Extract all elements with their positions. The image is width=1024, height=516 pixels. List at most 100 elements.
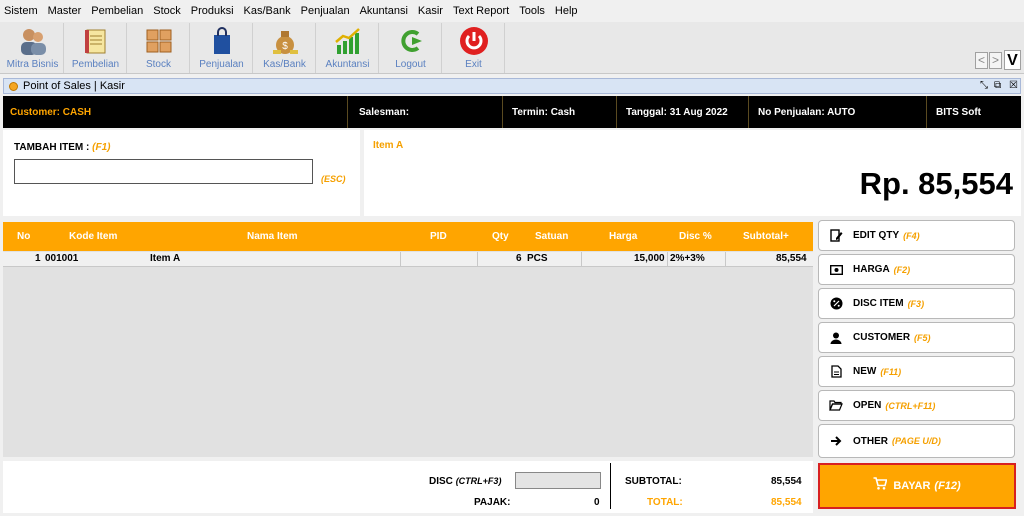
menu-tools[interactable]: Tools [519, 5, 545, 17]
col-kode-item: Kode Item [69, 231, 118, 242]
window-title: Point of Sales | Kasir [23, 80, 125, 92]
item-display-panel: Item A Rp. 85,554 [364, 130, 1021, 216]
col-pid: PID [430, 231, 447, 242]
cell-disc: 2%+3% [670, 253, 705, 264]
nav-next-button[interactable]: > [989, 52, 1002, 69]
col-harga: Harga [609, 231, 638, 242]
growth-chart-icon [331, 25, 365, 57]
menu-help[interactable]: Help [555, 5, 578, 17]
menu-akuntansi[interactable]: Akuntansi [360, 5, 408, 17]
menu-pembelian[interactable]: Pembelian [91, 5, 143, 17]
window-restore-icon[interactable]: ⤡ [980, 80, 988, 91]
toolbar-mitra-bisnis-button[interactable]: Mitra Bisnis [2, 23, 64, 73]
totals-panel: DISC (CTRL+F3) PAJAK: 0 SUBTOTAL: 85,554… [3, 461, 813, 513]
cell-kode: 001001 [45, 253, 79, 264]
menu-sistem[interactable]: Sistem [4, 5, 38, 17]
open-button[interactable]: OPEN (CTRL+F11) [818, 390, 1015, 421]
toolbar-pembelian-label: Pembelian [71, 59, 120, 70]
window-maximize-icon[interactable]: ⧉ [994, 80, 1001, 91]
toolbar-exit-label: Exit [465, 59, 482, 70]
toolbar-stock-button[interactable]: Stock [128, 23, 190, 73]
table-row[interactable]: 1 001001 Item A 6 PCS 15,000 2%+3% 85,55… [3, 252, 813, 267]
nav-v-button[interactable]: V [1004, 50, 1021, 70]
row-divider [477, 252, 478, 267]
menu-kasir[interactable]: Kasir [418, 5, 443, 17]
new-document-icon [829, 365, 843, 378]
new-button[interactable]: NEW (F11) [818, 356, 1015, 387]
cell-subtotal: 85,554 [776, 253, 807, 264]
cell-nama: Item A [150, 253, 181, 264]
toolbar-penjualan-button[interactable]: Penjualan [191, 23, 253, 73]
nav-prev-button[interactable]: < [975, 52, 988, 69]
harga-button[interactable]: HARGA (F2) [818, 254, 1015, 285]
pay-shortcut: (F12) [934, 480, 961, 492]
edit-qty-button[interactable]: EDIT QTY (F4) [818, 220, 1015, 251]
window-close-icon[interactable]: ☒ [1009, 80, 1018, 91]
toolbar-akuntansi-button[interactable]: Akuntansi [317, 23, 379, 73]
customer-button[interactable]: CUSTOMER (F5) [818, 322, 1015, 353]
pay-label: BAYAR [893, 480, 931, 492]
items-table: No Kode Item Nama Item PID Qty Satuan Ha… [3, 222, 813, 457]
info-termin: Termin: Cash [505, 96, 617, 128]
disc-item-shortcut: (F3) [907, 298, 925, 309]
total-value: 85,554 [771, 497, 802, 508]
menu-penjualan[interactable]: Penjualan [301, 5, 350, 17]
logout-arrow-icon [394, 25, 428, 57]
notebook-icon [79, 25, 113, 57]
row-divider [667, 252, 668, 267]
row-divider [400, 252, 401, 267]
disc-label-text: DISC [429, 476, 453, 487]
menu-kas-bank[interactable]: Kas/Bank [244, 5, 291, 17]
add-item-panel: TAMBAH ITEM : (F1) (ESC) [3, 130, 360, 216]
boxes-icon [142, 25, 176, 57]
cart-icon [873, 477, 888, 495]
toolbar: Mitra Bisnis Pembelian Stock Penjualan $… [0, 22, 1024, 74]
totals-divider [610, 463, 611, 509]
pajak-label: PAJAK: [474, 497, 511, 508]
col-nama-item: Nama Item [247, 231, 298, 242]
toolbar-pembelian-button[interactable]: Pembelian [65, 23, 127, 73]
info-salesman: Salesman: [352, 96, 503, 128]
toolbar-logout-button[interactable]: Logout [380, 23, 442, 73]
cell-harga: 15,000 [634, 253, 665, 264]
pajak-value: 0 [594, 497, 600, 508]
toolbar-exit-button[interactable]: Exit [443, 23, 505, 73]
menu-master[interactable]: Master [48, 5, 82, 17]
col-satuan: Satuan [535, 231, 569, 242]
col-subtotal: Subtotal+ [743, 231, 789, 242]
toolbar-kas-bank-button[interactable]: $ Kas/Bank [254, 23, 316, 73]
other-label: OTHER [853, 435, 888, 447]
col-no: No [17, 231, 31, 242]
info-company: BITS Soft [936, 106, 981, 118]
cell-no: 1 [35, 253, 41, 264]
row-divider [581, 252, 582, 267]
folder-open-icon [829, 400, 843, 411]
toolbar-mitra-bisnis-label: Mitra Bisnis [6, 59, 59, 70]
add-item-title: TAMBAH ITEM : (F1) [14, 142, 110, 153]
add-item-input[interactable] [14, 159, 313, 184]
menu-stock[interactable]: Stock [153, 5, 181, 17]
person-icon [829, 332, 843, 344]
users-icon [16, 25, 50, 57]
toolbar-akuntansi-label: Akuntansi [325, 59, 370, 70]
money-bag-icon: $ [268, 25, 302, 57]
disc-input[interactable] [515, 472, 601, 489]
col-disc: Disc % [679, 231, 712, 242]
harga-label: HARGA [853, 264, 890, 275]
pay-button[interactable]: BAYAR (F12) [818, 463, 1016, 509]
col-qty: Qty [492, 231, 509, 242]
cell-satuan: PCS [527, 253, 548, 264]
toolbar-logout-label: Logout [395, 59, 426, 70]
shopping-bag-icon [205, 25, 239, 57]
grand-total-display: Rp. 85,554 [859, 166, 1013, 201]
esc-shortcut: (ESC) [321, 174, 346, 184]
other-button[interactable]: OTHER (PAGE U/D) [818, 424, 1015, 458]
info-bar: Customer: CASH Salesman: Termin: Cash Ta… [3, 96, 1021, 128]
disc-item-button[interactable]: DISC ITEM (F3) [818, 288, 1015, 319]
cell-qty: 6 [516, 253, 522, 264]
open-shortcut: (CTRL+F11) [885, 400, 936, 411]
menu-text-report[interactable]: Text Report [453, 5, 509, 17]
discount-badge-icon [829, 297, 843, 310]
edit-icon [829, 229, 843, 242]
menu-produksi[interactable]: Produksi [191, 5, 234, 17]
